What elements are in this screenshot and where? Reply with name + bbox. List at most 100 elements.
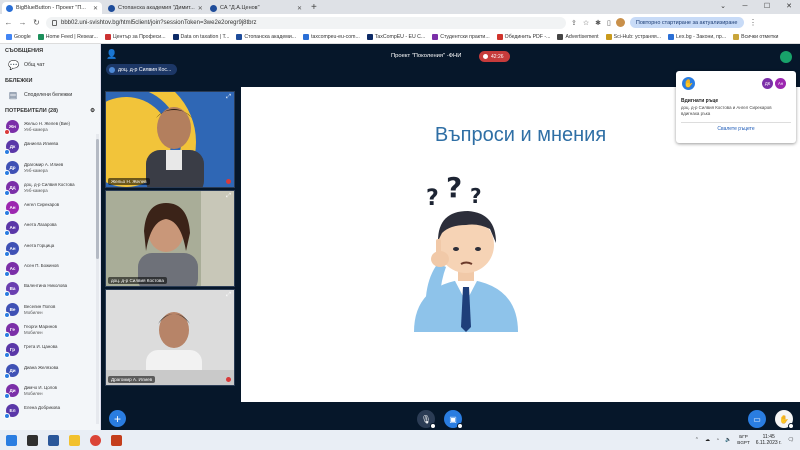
star-icon[interactable]: ☆ (583, 19, 589, 27)
mute-microphone-button[interactable]: 🎙 (417, 410, 436, 429)
forward-icon[interactable]: → (18, 18, 27, 27)
video-tile[interactable]: ⤢ Жельо Н. Желев (105, 91, 235, 188)
bookmark-label: taxcompeu-eu-com... (311, 34, 360, 40)
browser-tab-bar: BigBlueButton - Проект "П... ✕ Стопанска… (0, 0, 800, 14)
user-name-block: Диана Желязова (24, 362, 58, 371)
user-name-block: доц. д-р Силвия Костова Уеб-камера (24, 179, 75, 194)
bookmark-item[interactable]: Център за Професи... (104, 34, 166, 40)
browser-tab-academy[interactable]: Стопанска академия "Димит... ✕ (104, 2, 204, 14)
back-icon[interactable]: ← (4, 18, 13, 27)
sidepanel-icon[interactable]: ▯ (607, 19, 611, 27)
bookmark-item[interactable]: Data on taxation | T... (172, 34, 229, 40)
extensions-icon[interactable]: ✱ (595, 19, 601, 27)
user-list-item[interactable]: Ан Анета Горцица (0, 238, 100, 258)
windows-start-icon[interactable] (6, 434, 17, 446)
video-name-label: Драгомир А. Илиев (108, 376, 156, 383)
avatar-initials: Ан (9, 225, 16, 231)
video-tile[interactable]: ⤢ доц. д-р Силвия Костова (105, 190, 235, 287)
user-status: Уеб-камера (24, 167, 48, 173)
close-icon[interactable]: ✕ (198, 5, 203, 12)
user-list-item[interactable]: Ан Ангел Сирекаров (0, 197, 100, 217)
user-name: доц. д-р Силвия Костова (24, 181, 75, 187)
clock[interactable]: 11:45 6.11.2023 г. (756, 434, 782, 446)
scrollbar-thumb[interactable] (96, 139, 99, 259)
menu-dots-icon[interactable]: ⋮ (749, 18, 758, 27)
user-list-item[interactable]: Ел Елена Добрикова (0, 400, 100, 420)
volume-icon[interactable]: 🔈 (725, 437, 731, 443)
network-icon[interactable]: ◔ (716, 437, 719, 443)
close-icon[interactable]: ✕ (297, 5, 302, 12)
bookmark-item[interactable]: Студентски практи... (432, 34, 490, 40)
bookmark-item[interactable]: Google (6, 34, 31, 40)
user-list-item[interactable]: Жн Жельо Н. Желев (Вие) Уеб-камера (0, 116, 100, 136)
reload-icon[interactable]: ↻ (32, 18, 41, 27)
minimize-icon[interactable]: ─ (734, 0, 756, 14)
shared-notes-item[interactable]: ▤ Споделени бележки (0, 86, 100, 104)
presenter-pill[interactable]: доц. д-р Силвия Кос... (106, 64, 178, 75)
screen-share-button[interactable]: ▭ (748, 410, 766, 428)
avatar-initials: Гр (9, 347, 16, 353)
chrome-icon[interactable] (90, 434, 101, 446)
bookmark-item[interactable]: Advertisement (557, 34, 599, 40)
recording-indicator[interactable]: 42:26 (479, 51, 510, 62)
bookmark-item[interactable]: Lex.bg - Закони, пр... (668, 34, 726, 40)
bookmark-favicon-icon (605, 34, 612, 40)
browser-tab-sa[interactable]: СА "Д.А.Ценов" ✕ (206, 2, 306, 14)
browser-tab-bbb[interactable]: BigBlueButton - Проект "П... ✕ (2, 2, 102, 14)
close-icon[interactable]: ✕ (93, 5, 98, 12)
bookmark-favicon-icon (37, 34, 44, 40)
word-icon[interactable] (48, 434, 59, 446)
chevron-down-icon[interactable]: ⌄ (712, 0, 734, 14)
user-list-item[interactable]: Дк Даниела Илиева (0, 136, 100, 156)
avatar-initials: Ге (10, 326, 15, 332)
bookmark-item[interactable]: Обединить PDF -... (496, 34, 550, 40)
user-list-item[interactable]: Ве Веселин Попов Мобилен (0, 299, 100, 319)
user-list-item[interactable]: Др Драгомир А. Илиев Уеб-камера (0, 157, 100, 177)
bookmark-item[interactable]: Всички отметки (733, 34, 778, 40)
onedrive-icon[interactable]: ☁ (705, 437, 710, 443)
share-icon[interactable]: ⇪ (571, 19, 577, 27)
public-chat-item[interactable]: 💬 Общ чат (0, 56, 100, 74)
camera-button[interactable]: ▣ (444, 410, 463, 429)
file-explorer-icon[interactable] (69, 434, 80, 446)
notifications-icon[interactable]: 🗨 (788, 437, 794, 443)
bookmark-item[interactable]: Home Feed | Resear... (37, 34, 98, 40)
maximize-icon[interactable]: ☐ (756, 0, 778, 14)
status-badge (4, 392, 10, 399)
gear-icon[interactable]: ⚙ (90, 108, 95, 114)
close-window-icon[interactable]: ✕ (778, 0, 800, 14)
user-list-item[interactable]: Ан Анета Лазарова (0, 217, 100, 237)
lower-hands-button[interactable]: Свалете ръцете (676, 126, 796, 132)
video-tile[interactable]: ⤢ Драгомир А. Илиев (105, 289, 235, 386)
powerpoint-icon[interactable] (111, 434, 122, 446)
user-list-item[interactable]: Дд доц. д-р Силвия Костова Уеб-камера (0, 177, 100, 197)
user-list-item[interactable]: Гр Грета И. Цанова (0, 339, 100, 359)
user-list-item[interactable]: Ва Валентина Николова (0, 278, 100, 298)
bookmark-item[interactable]: Sci-Hub: устраняя... (605, 34, 661, 40)
url-input[interactable]: bbb02.uni-svishtov.bg/html5client/join?s… (46, 16, 566, 29)
language-indicator[interactable]: БГР BGPT (737, 434, 750, 446)
new-tab-button[interactable]: + (306, 2, 322, 14)
raise-hand-button[interactable]: ✋ (775, 410, 794, 429)
user-list-item[interactable]: Ди Диана Желязова (0, 360, 100, 380)
user-list-item[interactable]: Ге Георги Маринов Мобилен (0, 319, 100, 339)
user-list-item[interactable]: Ас Асен П. Божинов (0, 258, 100, 278)
fullscreen-icon[interactable]: ⤢ (226, 292, 231, 299)
fullscreen-icon[interactable]: ⤢ (226, 193, 231, 200)
chevron-up-icon[interactable]: ⌃ (695, 437, 699, 443)
notes-icon: ▤ (8, 90, 18, 100)
user-status: Мобилен (24, 390, 43, 396)
fullscreen-icon[interactable]: ⤢ (226, 94, 231, 101)
presenter-avatar (109, 66, 115, 73)
bookmark-item[interactable]: Стопанска академи... (236, 34, 296, 40)
bookmark-item[interactable]: TaxCompEU - EU C... (366, 34, 425, 40)
restart-update-button[interactable]: Повторно стартиране за актуализиране (629, 17, 744, 28)
bookmark-favicon-icon (432, 34, 439, 40)
profile-avatar[interactable] (615, 18, 625, 27)
task-view-icon[interactable] (27, 434, 38, 446)
actions-plus-button[interactable]: + (109, 410, 126, 427)
user-list-item[interactable]: Ди Димчо И. Цолов Мобилен (0, 380, 100, 400)
bookmark-item[interactable]: taxcompeu-eu-com... (303, 34, 360, 40)
user-list-toggle-icon[interactable]: 👤 (106, 49, 117, 60)
connection-status-icon[interactable] (780, 51, 792, 63)
